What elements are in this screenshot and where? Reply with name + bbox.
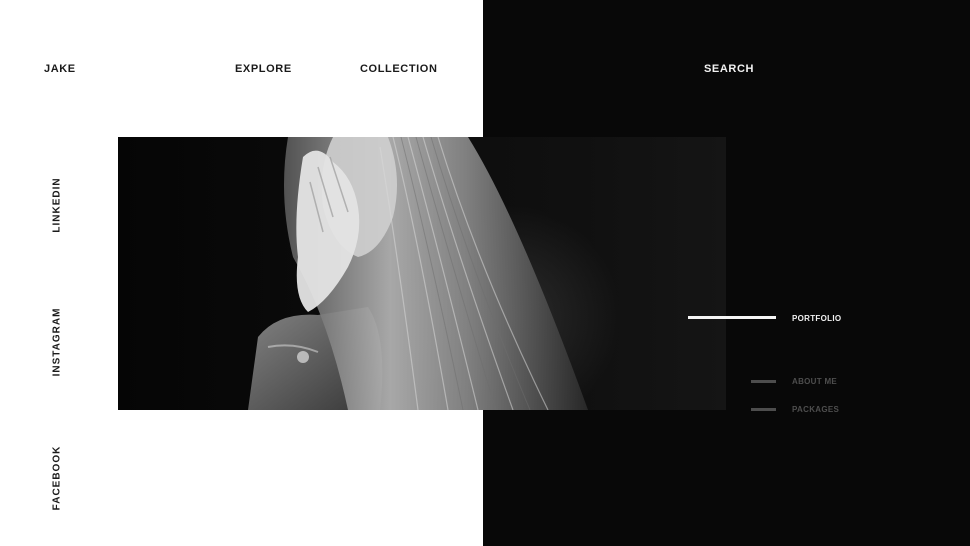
menu-item-packages[interactable]: PACKAGES xyxy=(792,405,839,414)
menu-indicator-packages[interactable] xyxy=(751,408,776,411)
nav-collection[interactable]: COLLECTION xyxy=(360,63,438,75)
menu-item-portfolio[interactable]: PORTFOLIO xyxy=(792,314,841,323)
brand-logo[interactable]: JAKE xyxy=(44,63,76,75)
hero-photo xyxy=(118,137,726,410)
menu-item-about[interactable]: ABOUT ME xyxy=(792,377,837,386)
portrait-illustration xyxy=(248,137,588,410)
social-facebook[interactable]: FACEBOOK xyxy=(52,446,63,511)
social-instagram[interactable]: INSTAGRAM xyxy=(52,308,63,377)
nav-explore[interactable]: EXPLORE xyxy=(235,63,292,75)
social-linkedin[interactable]: LINKEDIN xyxy=(52,177,63,232)
menu-indicator-about[interactable] xyxy=(751,380,776,383)
menu-indicator-portfolio[interactable] xyxy=(688,316,776,319)
nav-search[interactable]: SEARCH xyxy=(704,63,754,75)
